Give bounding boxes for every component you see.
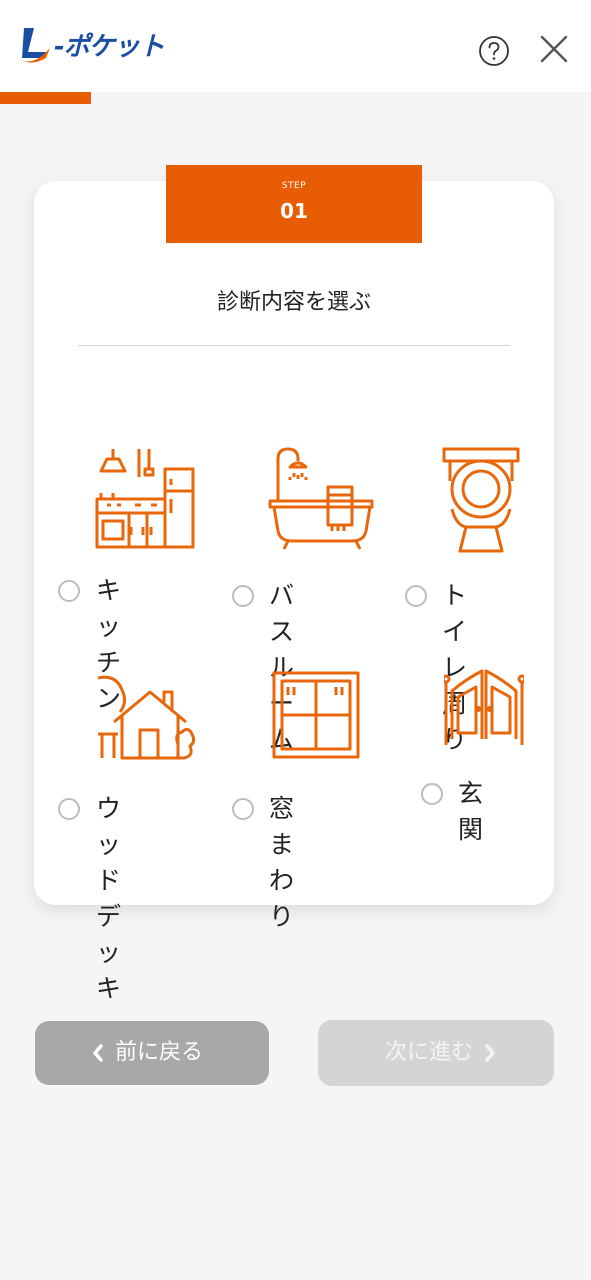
label-window: 窓まわ り [269,794,298,931]
radio-kitchen[interactable] [58,580,80,602]
app-header: -ポケット [0,0,591,92]
logo-text: -ポケット [54,32,165,62]
back-button[interactable]: 前に戻る [35,1021,269,1085]
radio-window[interactable] [232,798,254,820]
logo-mark-icon [22,28,50,63]
next-button[interactable]: 次に進む [318,1020,554,1086]
house-icon [96,672,196,760]
back-button-label: 前に戻る [114,1040,203,1065]
step-number: 01 [280,199,308,223]
window-icon [272,671,360,761]
radio-wood-deck[interactable] [58,798,80,820]
close-icon[interactable] [538,33,570,65]
step-label: STEP [281,181,307,191]
progress-fill [0,92,91,104]
next-button-label: 次に進む [384,1040,473,1065]
kitchen-icon [95,447,195,549]
step-badge: STEP 01 [166,165,422,243]
help-circle-icon[interactable] [478,35,510,67]
app-logo[interactable]: -ポケット [18,24,188,68]
label-wood-deck: ウッド デッキ [96,794,125,1003]
radio-entrance[interactable] [421,783,443,805]
progress-bar [0,92,591,104]
radio-bathroom[interactable] [232,585,254,607]
divider [78,345,510,346]
card-title: 診断内容を選ぶ [216,290,371,315]
chevron-right-icon [483,1043,497,1063]
toilet-icon [442,447,520,553]
bathtub-icon [268,447,374,553]
door-icon [441,669,527,747]
radio-toilet[interactable] [405,585,427,607]
label-entrance: 玄関 [458,779,487,844]
chevron-left-icon [91,1043,105,1063]
